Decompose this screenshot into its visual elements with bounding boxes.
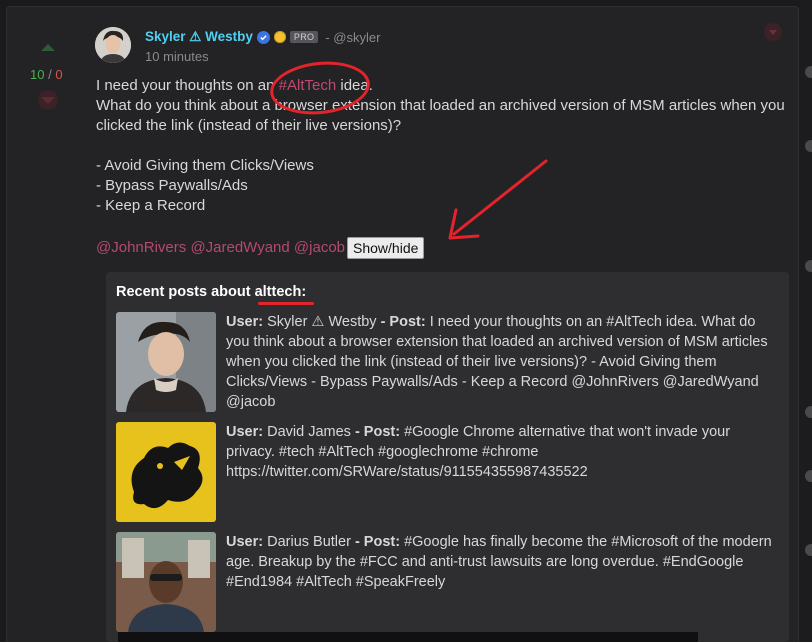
keyword-underline-annotation bbox=[258, 302, 314, 305]
recent-post-item[interactable]: User: Skyler ⚠ Westby - Post: I need you… bbox=[116, 312, 780, 412]
sidebar-avatar[interactable] bbox=[805, 140, 812, 152]
sidebar-avatar[interactable] bbox=[805, 260, 812, 272]
mention-link[interactable]: @JohnRivers bbox=[96, 238, 186, 258]
user-label: User: bbox=[226, 314, 264, 330]
user-thumbnail bbox=[116, 532, 216, 632]
author-line: Skyler ⚠ Westby PRO - @skyler bbox=[145, 28, 380, 46]
post-line-2: What do you think about a browser extens… bbox=[96, 97, 785, 134]
downvote-arrow-icon[interactable] bbox=[41, 97, 55, 104]
post-line-1: I need your thoughts on an #AltTech idea… bbox=[96, 76, 796, 96]
mention-link[interactable]: @jacob bbox=[294, 238, 345, 258]
recent-post-item[interactable]: User: Darius Butler - Post: #Google has … bbox=[116, 532, 780, 632]
pro-badge: PRO bbox=[289, 31, 319, 43]
post-text: I need your thoughts on an bbox=[96, 77, 279, 94]
author-handle[interactable]: - @skyler bbox=[325, 30, 380, 45]
post-timestamp[interactable]: 10 minutes bbox=[145, 49, 209, 64]
recent-post-item[interactable]: User: David James - Post: #Google Chrome… bbox=[116, 422, 780, 522]
user-thumbnail bbox=[116, 422, 216, 522]
author-name[interactable]: Skyler ⚠ Westby bbox=[145, 29, 253, 45]
post-menu-chevron-icon[interactable] bbox=[764, 23, 782, 41]
upvote-count: 10 bbox=[30, 67, 45, 82]
post-label: - Post: bbox=[380, 314, 426, 330]
topic-keyword: alttech bbox=[254, 284, 302, 300]
red-arrow-annotation bbox=[448, 159, 548, 240]
page: 10 / 0 Skyler ⚠ Westby PRO - @skyler 10 … bbox=[0, 0, 812, 642]
recent-post-user: David James bbox=[267, 424, 351, 440]
post-label: - Post: bbox=[354, 424, 401, 440]
downvote-count: 0 bbox=[55, 67, 63, 82]
gold-badge-icon bbox=[273, 31, 286, 43]
title-suffix: : bbox=[301, 284, 307, 300]
recent-post-text: User: Skyler ⚠ Westby - Post: I need you… bbox=[226, 312, 780, 412]
post-label: - Post: bbox=[354, 534, 401, 550]
recent-posts-panel: Recent posts about alttech: User: Skyler… bbox=[106, 272, 789, 642]
sidebar-avatar[interactable] bbox=[805, 66, 812, 78]
user-thumbnail bbox=[116, 312, 216, 412]
recent-posts-title: Recent posts about alttech: bbox=[116, 284, 306, 300]
sidebar-avatar[interactable] bbox=[805, 470, 812, 482]
user-label: User: bbox=[226, 424, 264, 440]
sidebar-avatar[interactable] bbox=[805, 544, 812, 556]
recent-post-user: Skyler ⚠ Westby bbox=[267, 314, 377, 330]
sidebar-avatar[interactable] bbox=[805, 406, 812, 418]
title-prefix: Recent posts about bbox=[116, 284, 255, 300]
user-label: User: bbox=[226, 534, 264, 550]
score-separator: / bbox=[48, 67, 52, 82]
verified-check-icon bbox=[256, 30, 270, 44]
show-hide-button[interactable]: Show/hide bbox=[347, 237, 425, 259]
recent-post-user: Darius Butler bbox=[267, 534, 351, 550]
recent-post-text: User: David James - Post: #Google Chrome… bbox=[226, 422, 780, 522]
avatar[interactable] bbox=[95, 27, 131, 63]
mention-link[interactable]: @JaredWyand bbox=[190, 238, 289, 258]
upvote-arrow-icon[interactable] bbox=[41, 44, 55, 51]
bottom-media-strip bbox=[118, 632, 698, 642]
vote-score: 10 / 0 bbox=[30, 67, 63, 82]
recent-post-text: User: Darius Butler - Post: #Google has … bbox=[226, 532, 780, 632]
